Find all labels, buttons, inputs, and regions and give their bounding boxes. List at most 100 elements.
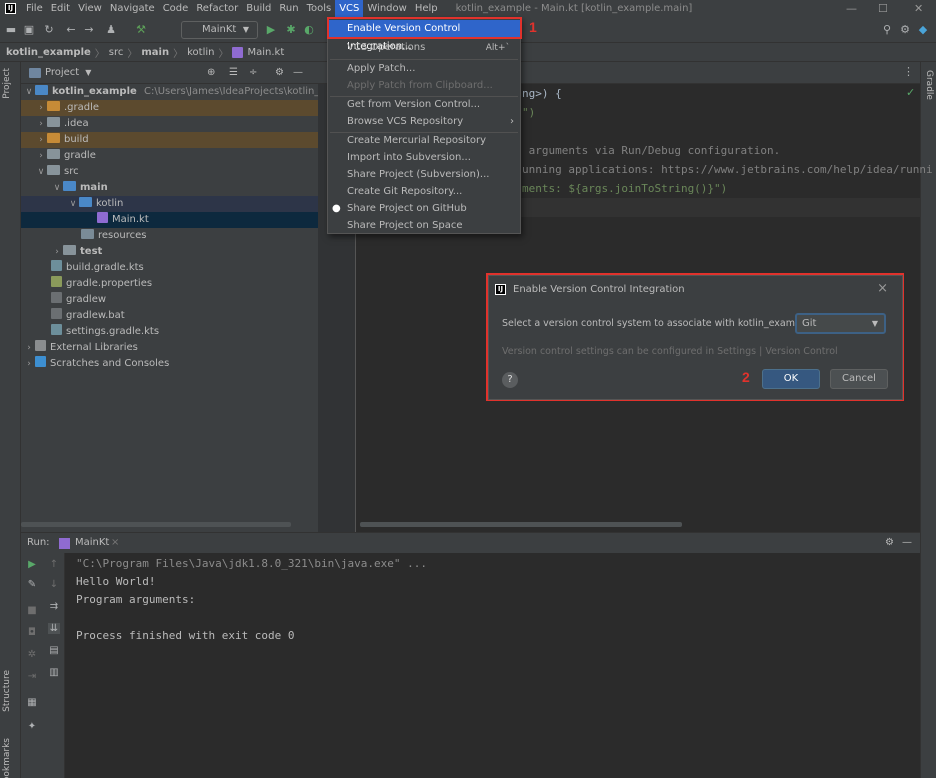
hammer-build-icon[interactable]: ⚒	[134, 23, 148, 37]
menu-view[interactable]: View	[74, 0, 106, 17]
tree-item-main-kt[interactable]: Main.kt	[21, 212, 318, 228]
tree-item-gradle-properties[interactable]: gradle.properties	[21, 276, 318, 292]
tree-item-external-libraries[interactable]: › External Libraries	[21, 340, 318, 356]
editor-hscrollbar[interactable]	[360, 522, 682, 527]
cancel-button[interactable]: Cancel	[830, 369, 888, 389]
menu-tools[interactable]: Tools	[303, 0, 336, 17]
tree-item-build-gradle-kts[interactable]: build.gradle.kts	[21, 260, 318, 276]
tree-item-test[interactable]: › test	[21, 244, 318, 260]
help-icon[interactable]: ?	[502, 372, 518, 388]
breadcrumb-main[interactable]: main	[141, 47, 169, 58]
menu-item-vcs-operations[interactable]: VCS Operations Alt+`	[328, 39, 520, 57]
breadcrumb-kotlin[interactable]: kotlin	[187, 47, 214, 58]
tree-item-build[interactable]: › build	[21, 132, 318, 148]
tree-item-resources[interactable]: resources	[21, 228, 318, 244]
chevron-down-icon[interactable]: ▼	[85, 68, 91, 77]
sync-icon[interactable]: ↻	[42, 23, 56, 37]
vcs-type-select[interactable]: Git ▼	[795, 313, 886, 334]
breadcrumb-src[interactable]: src	[109, 47, 124, 58]
close-tab-icon[interactable]: ×	[111, 533, 119, 553]
bookmarks-tool-tab[interactable]: Bookmarks	[2, 738, 12, 778]
menu-item-apply-patch[interactable]: Apply Patch...	[328, 60, 520, 78]
breadcrumb-file[interactable]: Main.kt	[247, 47, 284, 58]
debug-icon[interactable]: ✱	[284, 23, 298, 37]
tree-item-root[interactable]: ∨ kotlin_example C:\Users\James\IdeaProje…	[21, 84, 347, 100]
wrench-icon[interactable]: ✎	[26, 579, 38, 590]
menu-run[interactable]: Run	[275, 0, 302, 17]
search-icon[interactable]: ⚲	[880, 23, 894, 37]
menu-build[interactable]: Build	[242, 0, 275, 17]
menu-window[interactable]: Window	[363, 0, 410, 17]
scroll-to-end-icon[interactable]: ⇊	[48, 623, 60, 634]
coverage-icon[interactable]: ◐	[302, 23, 316, 37]
tree-item-gradlew-bat[interactable]: gradlew.bat	[21, 308, 318, 324]
menu-item-share-space[interactable]: Share Project on Space	[328, 217, 520, 235]
settings-gear-icon[interactable]: ⚙	[885, 533, 894, 553]
menu-item-import-subversion[interactable]: Import into Subversion...	[328, 149, 520, 167]
tree-item-scratches[interactable]: › Scratches and Consoles	[21, 356, 318, 372]
project-hscrollbar[interactable]	[21, 522, 291, 527]
close-icon[interactable]: ✕	[914, 0, 923, 17]
run-icon[interactable]: ▶	[264, 23, 278, 37]
rerun-icon[interactable]: ▶	[26, 559, 38, 570]
forward-icon[interactable]: →	[82, 23, 96, 37]
vcs-user-icon[interactable]: ♟	[104, 23, 118, 37]
tree-item-idea[interactable]: › .idea	[21, 116, 318, 132]
expand-all-icon[interactable]: ☰	[229, 67, 238, 78]
menu-vcs[interactable]: VCS	[335, 0, 364, 17]
ok-button[interactable]: OK	[762, 369, 820, 389]
collapse-all-icon[interactable]: ÷	[249, 67, 257, 78]
soft-wrap-icon[interactable]: ⇉	[48, 601, 60, 612]
tree-item-kotlin[interactable]: ∨ kotlin	[21, 196, 318, 212]
project-view-select[interactable]: Project	[45, 67, 79, 78]
breadcrumb-project[interactable]: kotlin_example	[6, 47, 91, 58]
menu-item-share-subversion[interactable]: Share Project (Subversion)...	[328, 166, 520, 184]
locate-icon[interactable]: ⊕	[207, 67, 215, 78]
stop-icon[interactable]: ■	[26, 605, 38, 616]
pin-icon[interactable]: ✦	[26, 721, 38, 732]
run-tab[interactable]: MainKt	[75, 533, 109, 553]
kotlin-file-icon	[97, 212, 108, 223]
menu-navigate[interactable]: Navigate	[106, 0, 159, 17]
settings-gear-icon[interactable]: ⚙	[898, 23, 912, 37]
menu-refactor[interactable]: Refactor	[192, 0, 242, 17]
camera-icon[interactable]: ◘	[26, 627, 38, 638]
run-config-select[interactable]: MainKt ▼	[181, 21, 258, 39]
close-icon[interactable]: ×	[877, 281, 888, 296]
tree-item-gradlew[interactable]: gradlew	[21, 292, 318, 308]
structure-tool-tab[interactable]: Structure	[2, 670, 12, 712]
exit-icon[interactable]: ⇥	[26, 671, 38, 682]
tree-item-main[interactable]: ∨ main	[21, 180, 318, 196]
menu-item-share-github[interactable]: ● Share Project on GitHub	[328, 200, 520, 218]
open-folder-icon[interactable]: ▬	[4, 23, 18, 37]
gear-icon[interactable]: ✲	[26, 649, 38, 660]
back-icon[interactable]: ←	[64, 23, 78, 37]
hide-panel-icon[interactable]: —	[902, 533, 912, 553]
tree-item-gradle[interactable]: › gradle	[21, 148, 318, 164]
plugin-icon[interactable]: ◆	[916, 23, 930, 37]
menu-item-create-git[interactable]: Create Git Repository...	[328, 183, 520, 201]
gradle-tool-tab[interactable]: Gradle	[924, 70, 934, 100]
tree-item-gradle-cache[interactable]: › .gradle	[21, 100, 318, 116]
options-gear-icon[interactable]: ⚙	[275, 67, 284, 78]
more-icon[interactable]: ⋮	[903, 65, 914, 78]
tree-item-settings-gradle-kts[interactable]: settings.gradle.kts	[21, 324, 318, 340]
maximize-icon[interactable]: ☐	[878, 0, 888, 17]
menu-edit[interactable]: Edit	[47, 0, 74, 17]
menu-help[interactable]: Help	[411, 0, 442, 17]
minimize-icon[interactable]: —	[846, 0, 857, 17]
menu-item-create-mercurial[interactable]: Create Mercurial Repository	[328, 132, 520, 150]
save-icon[interactable]: ▣	[22, 23, 36, 37]
menu-code[interactable]: Code	[159, 0, 193, 17]
project-tool-tab[interactable]: Project	[2, 68, 12, 99]
tree-item-src[interactable]: ∨ src	[21, 164, 318, 180]
trash-icon[interactable]: ▥	[48, 667, 60, 678]
print-icon[interactable]: ▤	[48, 645, 60, 656]
down-arrow-icon[interactable]: ↓	[48, 579, 60, 590]
up-arrow-icon[interactable]: ↑	[48, 559, 60, 570]
menu-item-browse-vcs[interactable]: Browse VCS Repository ›	[328, 113, 520, 131]
menu-file[interactable]: File	[22, 0, 47, 17]
layout-icon[interactable]: ▦	[26, 697, 38, 708]
hide-panel-icon[interactable]: —	[293, 67, 303, 78]
menu-item-get-from-vcs[interactable]: Get from Version Control...	[328, 96, 520, 114]
